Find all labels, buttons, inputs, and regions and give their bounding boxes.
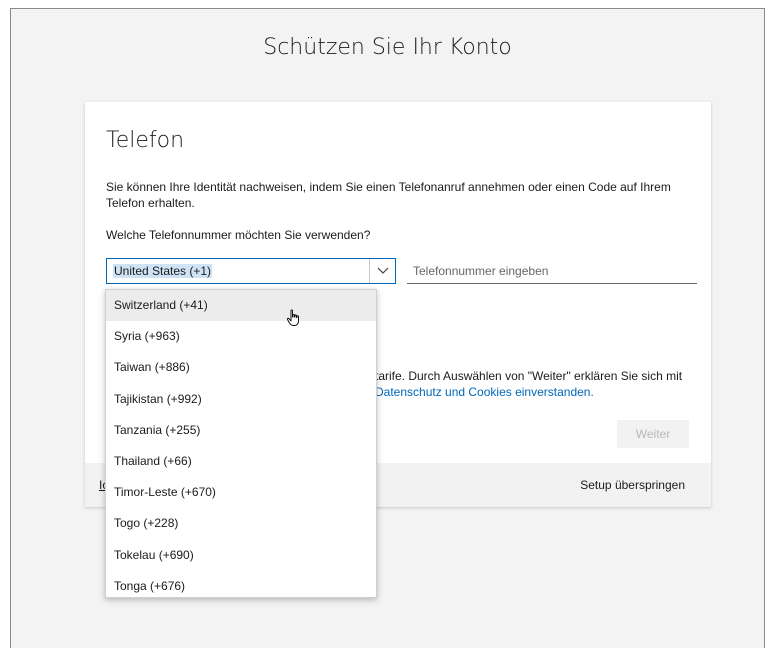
dropdown-option[interactable]: Timor-Leste (+670) — [106, 477, 376, 508]
next-button[interactable]: Weiter — [617, 420, 689, 448]
country-select[interactable]: United States (+1) — [106, 258, 396, 284]
privacy-link[interactable]: Datenschutz und Cookies einverstanden. — [375, 385, 594, 399]
chevron-down-icon[interactable] — [369, 259, 395, 283]
dropdown-option[interactable]: Togo (+228) — [106, 508, 376, 539]
dropdown-option[interactable]: Thailand (+66) — [106, 446, 376, 477]
question-label: Welche Telefonnummer möchten Sie verwend… — [106, 228, 371, 242]
dropdown-option[interactable]: Taiwan (+886) — [106, 352, 376, 383]
phone-number-input[interactable] — [407, 258, 697, 284]
legal-text: tarife. Durch Auswählen von "Weiter" erk… — [375, 368, 695, 400]
dropdown-option[interactable]: Tokelau (+690) — [106, 540, 376, 571]
dropdown-option[interactable]: Tonga (+676) — [106, 571, 376, 597]
country-select-value: United States (+1) — [113, 264, 213, 278]
country-dropdown-list[interactable]: Switzerland (+41) Syria (+963) Taiwan (+… — [105, 289, 377, 598]
legal-text-line: tarife. Durch Auswählen von "Weiter" erk… — [375, 369, 683, 383]
skip-setup-link[interactable]: Setup überspringen — [580, 478, 685, 492]
dropdown-option[interactable]: Switzerland (+41) — [106, 290, 376, 322]
dropdown-option[interactable]: Tajikistan (+992) — [106, 384, 376, 415]
dropdown-option[interactable]: Tanzania (+255) — [106, 415, 376, 446]
description-text: Sie können Ihre Identität nachweisen, in… — [106, 180, 671, 210]
card-title: Telefon — [106, 128, 185, 153]
page-title: Schützen Sie Ihr Konto — [263, 35, 512, 60]
hand-pointer-icon — [286, 309, 302, 327]
dropdown-option[interactable]: Syria (+963) — [106, 321, 376, 352]
